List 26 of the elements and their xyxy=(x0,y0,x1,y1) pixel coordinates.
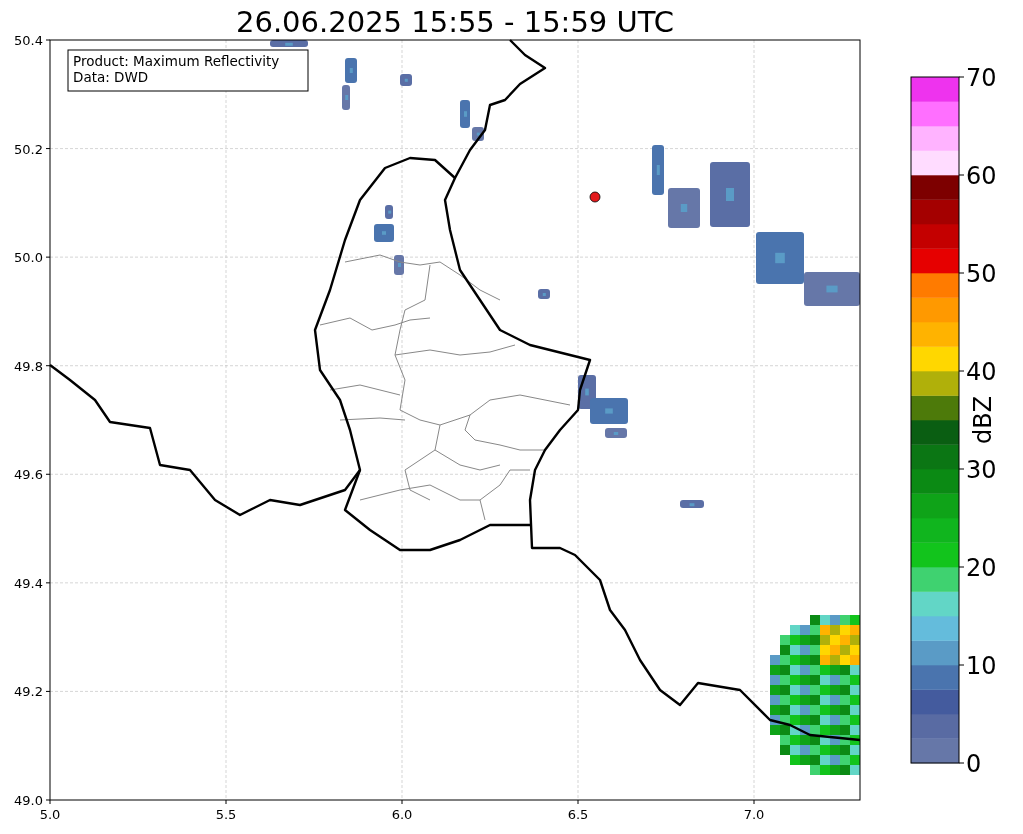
y-tick-label: 50.4 xyxy=(14,33,43,48)
x-tick-label: 7.0 xyxy=(743,807,765,822)
y-tick-label: 49.8 xyxy=(14,358,43,374)
colorbar-tick-label: 0 xyxy=(966,750,982,778)
y-tick-label: 50.0 xyxy=(14,250,43,266)
colorbar-tick-label: 20 xyxy=(966,554,997,582)
colorbar-tick-label: 40 xyxy=(966,358,997,386)
x-tick-label: 5.0 xyxy=(39,807,61,822)
info-text: Data: DWD xyxy=(73,69,149,85)
colorbar-tick-label: 30 xyxy=(966,456,997,484)
colorbar-tick-label: 70 xyxy=(966,64,997,92)
info-text: Product: Maximum Reflectivity xyxy=(73,53,280,69)
y-tick-label: 49.4 xyxy=(14,575,43,591)
colorbar-label: dBZ xyxy=(969,395,997,445)
map-title: 26.06.2025 15:55 - 15:59 UTC xyxy=(236,5,674,39)
colorbar-tick-label: 60 xyxy=(966,162,997,190)
y-tick-label: 49.2 xyxy=(14,684,43,700)
x-tick-label: 5.5 xyxy=(215,807,237,822)
colorbar-tick-label: 50 xyxy=(966,260,997,288)
y-tick-label: 49.0 xyxy=(14,793,43,808)
y-tick-label: 49.6 xyxy=(14,467,43,483)
x-tick-label: 6.5 xyxy=(567,807,589,822)
x-tick-label: 6.0 xyxy=(391,807,413,822)
location-marker xyxy=(589,191,601,203)
colorbar-tick-label: 10 xyxy=(966,652,997,680)
y-tick-label: 50.2 xyxy=(14,141,43,157)
